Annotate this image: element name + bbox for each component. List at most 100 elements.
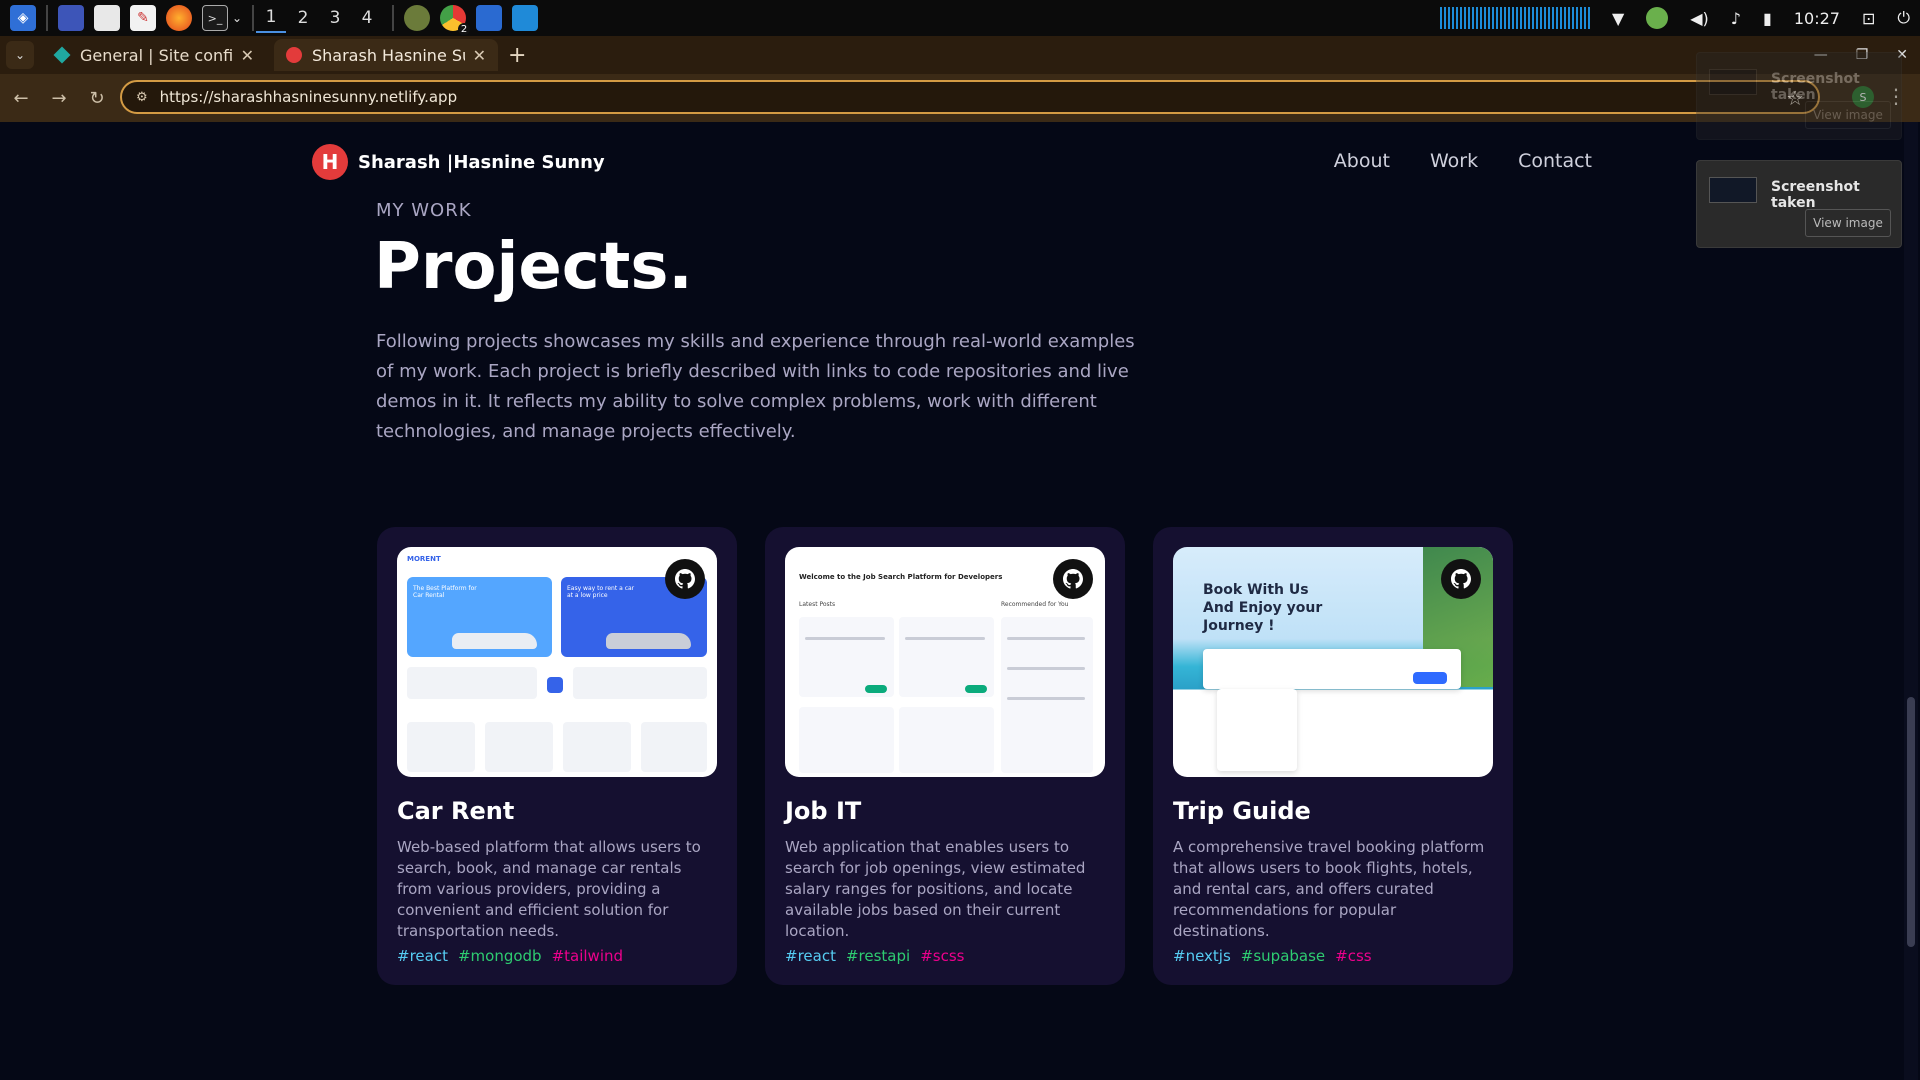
project-card-job-it[interactable]: Welcome to the Job Search Platform for D… [765, 527, 1125, 985]
thumb-line [805, 637, 885, 640]
thumb-dropoff [573, 667, 707, 699]
project-tags: #react #mongodb #tailwind [397, 947, 623, 965]
thumb-line [905, 637, 985, 640]
file-manager-icon[interactable] [94, 5, 120, 31]
tag: #scss [920, 947, 965, 965]
thumb-headline: Welcome to the Job Search Platform for D… [799, 573, 1003, 581]
tab-portfolio[interactable]: Sharash Hasnine Sunny ✕ [274, 39, 498, 71]
workspace-2[interactable]: 2 [288, 3, 318, 33]
tag: #react [397, 947, 448, 965]
thumb-apply-button [965, 685, 987, 693]
url-input[interactable]: ⚙ https://sharashhasninesunny.netlify.ap… [120, 80, 1820, 114]
section-description: Following projects showcases my skills a… [376, 331, 1135, 442]
workspace-4[interactable]: 4 [352, 3, 382, 33]
site-logo[interactable]: H [312, 144, 348, 180]
notification-title: Screenshot taken [1771, 179, 1860, 211]
text-editor-icon[interactable]: ✎ [130, 5, 156, 31]
nav-link-about[interactable]: About [1334, 150, 1390, 172]
site-navbar: H Sharash |Hasnine Sunny About Work Cont… [312, 142, 1592, 182]
thumb-car-card [485, 722, 553, 772]
project-thumbnail[interactable]: Book With Us And Enjoy your Journey ! [1173, 547, 1493, 777]
tag: #nextjs [1173, 947, 1231, 965]
url-text: https://sharashhasninesunny.netlify.app [159, 88, 458, 106]
site-info-icon[interactable]: ⚙ [136, 90, 148, 105]
tab-site-configuration[interactable]: General | Site configurati ✕ [42, 39, 266, 71]
tag: #restapi [845, 947, 911, 965]
reload-icon[interactable]: ↻ [80, 88, 114, 109]
close-tab-icon[interactable]: ✕ [473, 46, 486, 65]
tab-title: General | Site configurati [80, 45, 233, 65]
close-tab-icon[interactable]: ✕ [241, 46, 254, 65]
lock-icon[interactable]: ⊡ [1862, 9, 1875, 28]
view-image-button[interactable]: View image [1805, 101, 1891, 129]
project-thumbnail[interactable]: MORENT The Best Platform for Car Rental … [397, 547, 717, 777]
site-brand[interactable]: Sharash |Hasnine Sunny [358, 152, 605, 173]
battery-icon[interactable]: ▮ [1763, 9, 1772, 28]
taskbar-divider [392, 5, 395, 31]
nav-links: About Work Contact [1334, 150, 1592, 172]
tag: #mongodb [457, 947, 542, 965]
thumb-car-card [407, 722, 475, 772]
wifi-icon[interactable]: ▼ [1612, 9, 1624, 28]
tag: #react [785, 947, 836, 965]
project-description: Web-based platform that allows users to … [397, 838, 701, 940]
section-eyebrow: MY WORK [376, 200, 472, 221]
cloud-sync-icon[interactable] [1646, 7, 1669, 29]
project-card-trip-guide[interactable]: Book With Us And Enjoy your Journey ! Tr… [1153, 527, 1513, 985]
volume-icon[interactable]: ◀) [1690, 9, 1709, 28]
nav-link-contact[interactable]: Contact [1518, 150, 1592, 172]
chevron-down-icon[interactable]: ⌄ [232, 11, 242, 25]
view-image-button[interactable]: View image [1805, 209, 1891, 237]
thumb-car-card [563, 722, 631, 772]
thumb-banner-1: The Best Platform for Car Rental [407, 577, 552, 657]
tag: #supabase [1240, 947, 1326, 965]
thumb-right-heading: Recommended for You [1001, 601, 1069, 608]
app-status-icon[interactable] [404, 5, 431, 31]
back-icon[interactable]: ← [4, 88, 38, 109]
desktop-icon[interactable] [58, 5, 84, 31]
scrollbar-thumb[interactable] [1907, 697, 1915, 947]
new-tab-icon[interactable]: + [508, 43, 526, 68]
chrome-icon[interactable]: 2 [440, 5, 471, 35]
thumb-left-heading: Latest Posts [799, 601, 836, 608]
nav-link-work[interactable]: Work [1430, 150, 1478, 172]
section-title: Projects. [374, 230, 693, 304]
thumb-banner-2-text: Easy way to rent a car at a low price [567, 585, 635, 599]
thumb-line [1007, 697, 1085, 700]
thumb-recommend-list [1001, 617, 1093, 773]
github-icon[interactable] [665, 559, 705, 599]
forward-icon[interactable]: → [42, 88, 76, 109]
power-icon[interactable]: ⏻ [1897, 8, 1910, 28]
github-icon[interactable] [1053, 559, 1093, 599]
clock[interactable]: 10:27 [1794, 9, 1840, 28]
thumb-line [1007, 667, 1085, 670]
web-page: H Sharash |Hasnine Sunny About Work Cont… [0, 122, 1920, 1080]
workspace-3[interactable]: 3 [320, 3, 350, 33]
vscode-icon[interactable] [512, 5, 539, 31]
tab-search-icon[interactable]: ⌄ [6, 41, 34, 69]
tag: #tailwind [551, 947, 624, 965]
thumb-dropdown [1217, 689, 1297, 771]
workspace-1[interactable]: 1 [256, 3, 287, 33]
thumb-job-card [799, 707, 894, 773]
thumb-swap [547, 677, 563, 693]
project-tags: #react #restapi #scss [785, 947, 964, 965]
firefox-icon[interactable] [166, 5, 192, 31]
system-tray: ▼ ◀) ♪ ▮ 10:27 ⊡ ⏻ [1439, 0, 1910, 36]
notification-screenshot[interactable]: Screenshot taken View image [1696, 160, 1902, 248]
project-card-car-rent[interactable]: MORENT The Best Platform for Car Rental … [377, 527, 737, 985]
browser-tab-strip: ⌄ General | Site configurati ✕ Sharash H… [0, 36, 1920, 74]
project-cards: MORENT The Best Platform for Car Rental … [377, 527, 1513, 985]
project-thumbnail[interactable]: Welcome to the Job Search Platform for D… [785, 547, 1105, 777]
bell-icon[interactable]: ♪ [1731, 9, 1741, 28]
github-icon[interactable] [1441, 559, 1481, 599]
tag: #css [1335, 947, 1372, 965]
app-menu-icon[interactable]: ◈ [10, 5, 36, 31]
tab-title: Sharash Hasnine Sunny [312, 45, 465, 65]
messages-icon[interactable] [476, 5, 503, 31]
thumb-headline: Book With Us And Enjoy your Journey ! [1203, 582, 1323, 634]
project-title: Job IT [785, 797, 862, 825]
terminal-icon[interactable]: >_ [202, 5, 228, 31]
page-scrollbar[interactable] [1904, 122, 1918, 1080]
notification-screenshot-faded[interactable]: Screenshot taken View image [1696, 52, 1902, 140]
